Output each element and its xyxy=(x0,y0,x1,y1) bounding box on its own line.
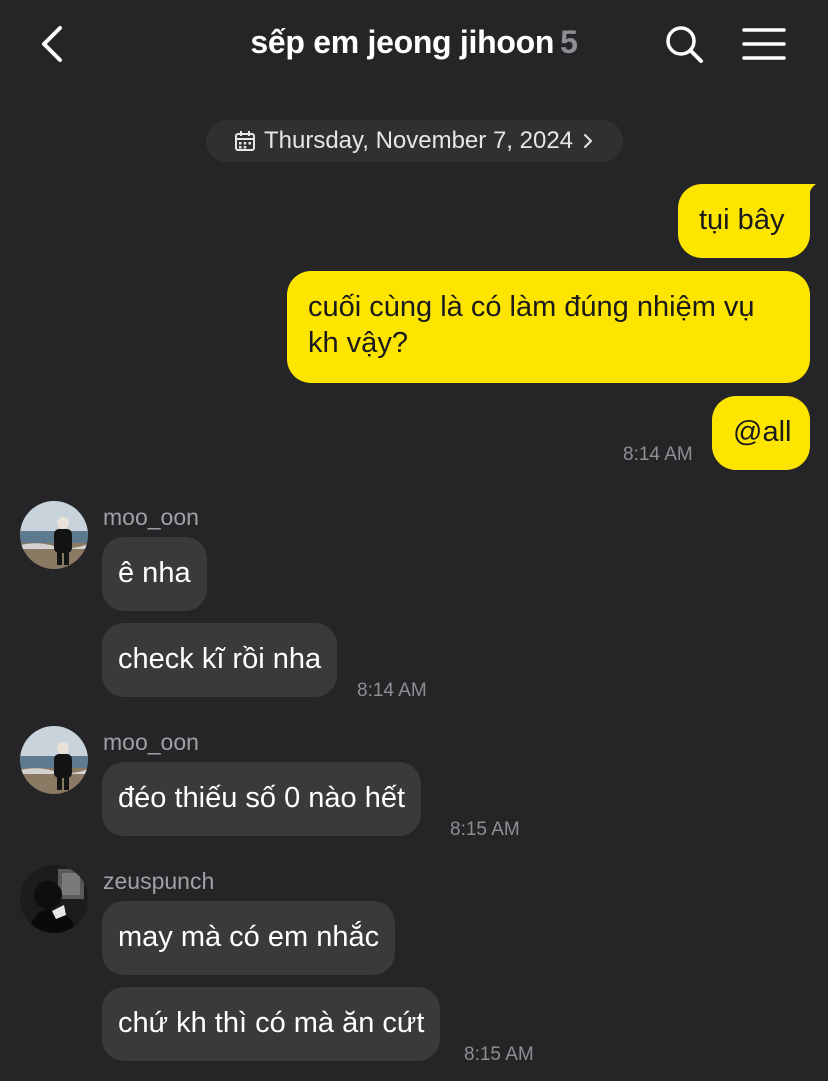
outgoing-message[interactable]: cuối cùng là có làm đúng nhiệm vụ kh vậy… xyxy=(287,271,810,383)
hamburger-menu-icon xyxy=(742,28,786,60)
chevron-right-icon xyxy=(584,134,593,148)
incoming-message[interactable]: check kĩ rồi nha xyxy=(102,623,338,697)
message-text-line: kh vậy? xyxy=(308,327,408,359)
menu-button[interactable] xyxy=(740,22,788,66)
incoming-message[interactable]: ê nha xyxy=(102,537,207,611)
avatar[interactable] xyxy=(20,501,88,569)
message-text: check kĩ rồi nha xyxy=(118,643,322,675)
avatar[interactable] xyxy=(20,865,88,933)
search-button[interactable] xyxy=(662,22,706,66)
message-text: may mà có em nhắc xyxy=(118,921,380,953)
sender-name: moo_oon xyxy=(103,504,199,530)
message-text: ê nha xyxy=(118,557,191,589)
message-time: 8:15 AM xyxy=(450,819,520,840)
avatar[interactable] xyxy=(20,726,88,794)
message-time: 8:14 AM xyxy=(357,680,427,701)
chat-header: sếp em jeong jihoon 5 xyxy=(0,0,828,92)
outgoing-message[interactable]: @all xyxy=(712,396,810,470)
outgoing-message[interactable]: tụi bây xyxy=(678,184,810,258)
message-text: @all xyxy=(733,416,792,448)
sender-name: moo_oon xyxy=(103,729,199,755)
sender-name: zeuspunch xyxy=(103,868,215,894)
message-time: 8:14 AM xyxy=(623,444,693,465)
calendar-icon xyxy=(234,131,255,151)
message-text-line: cuối cùng là có làm đúng nhiệm vụ xyxy=(308,291,755,323)
incoming-message[interactable]: đéo thiếu số 0 nào hết xyxy=(102,762,422,836)
bubble-tail xyxy=(800,184,816,198)
date-divider[interactable]: Thursday, November 7, 2024 xyxy=(206,120,623,162)
person-photo-icon xyxy=(20,865,88,933)
search-icon xyxy=(666,26,703,63)
message-text: tụi bây xyxy=(699,204,785,236)
incoming-message[interactable]: may mà có em nhắc xyxy=(102,901,396,975)
date-label: Thursday, November 7, 2024 xyxy=(263,127,574,154)
beach-photo-icon xyxy=(20,501,88,569)
message-time: 8:15 AM xyxy=(464,1044,534,1065)
chat-name: sếp em jeong jihoon xyxy=(250,24,555,60)
message-text: đéo thiếu số 0 nào hết xyxy=(118,782,406,814)
incoming-message[interactable]: chứ kh thì có mà ăn cứt xyxy=(102,987,441,1061)
beach-photo-icon xyxy=(20,726,88,794)
member-count: 5 xyxy=(560,24,578,60)
message-text: chứ kh thì có mà ăn cứt xyxy=(118,1007,425,1039)
